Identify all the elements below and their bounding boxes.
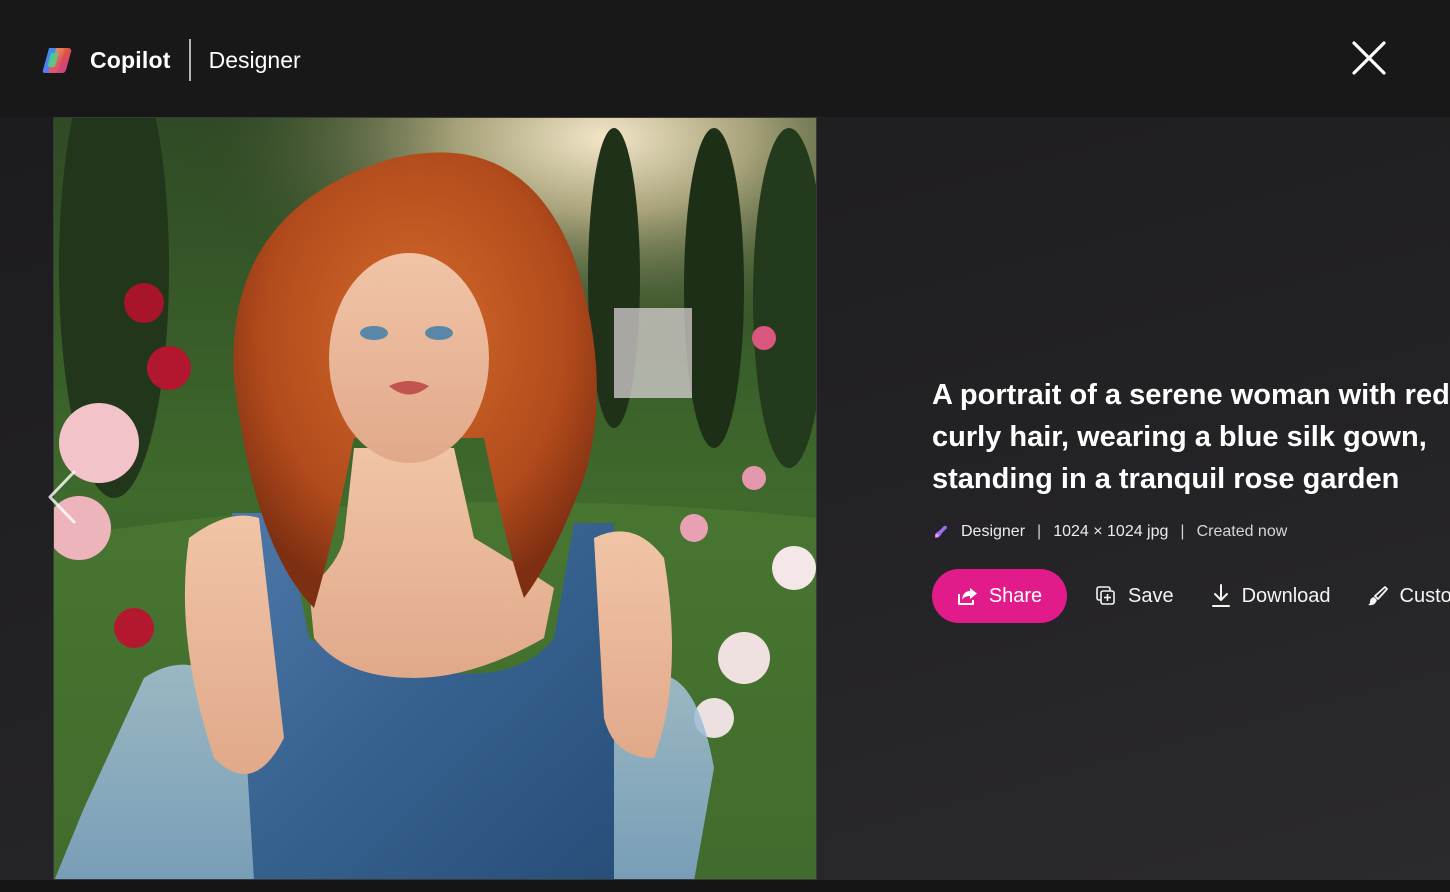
- copilot-logo-icon: [42, 48, 72, 73]
- save-button[interactable]: Save: [1094, 584, 1174, 608]
- generated-image[interactable]: [53, 117, 817, 880]
- download-icon: [1211, 584, 1230, 607]
- portrait-image: [54, 118, 816, 879]
- image-prompt-title: A portrait of a serene woman with red cu…: [932, 379, 1450, 495]
- customize-button[interactable]: Custo: [1366, 584, 1450, 608]
- source-label: Designer: [961, 523, 1026, 540]
- save-to-collection-icon: [1096, 586, 1115, 605]
- metadata-separator: |: [1180, 523, 1185, 540]
- paintbrush-icon: [1367, 586, 1388, 606]
- app-name: Copilot: [90, 46, 171, 73]
- customize-label: Custo: [1399, 584, 1450, 607]
- download-label: Download: [1241, 584, 1331, 607]
- action-bar: Share Save Download Custo: [932, 569, 1450, 623]
- metadata-separator: |: [1037, 523, 1042, 540]
- bottom-strip: [0, 880, 1450, 892]
- image-dimensions: 1024 × 1024 jpg: [1053, 523, 1169, 540]
- share-icon: [957, 588, 977, 605]
- image-details: A portrait of a serene woman with red cu…: [932, 374, 1450, 500]
- image-metadata: Designer | 1024 × 1024 jpg | Created now: [932, 521, 1287, 543]
- section-name: Designer: [208, 46, 301, 73]
- designer-icon: [934, 525, 947, 538]
- share-button[interactable]: Share: [932, 569, 1067, 623]
- brand-divider: [188, 39, 191, 81]
- share-label: Share: [988, 584, 1043, 607]
- close-icon[interactable]: [1348, 37, 1390, 79]
- save-label: Save: [1128, 584, 1174, 607]
- brand: Copilot Designer: [41, 39, 301, 81]
- created-time: Created now: [1196, 523, 1288, 540]
- download-button[interactable]: Download: [1210, 583, 1331, 609]
- previous-image-chevron-left-icon[interactable]: [44, 468, 84, 526]
- top-bar: Copilot Designer: [0, 0, 1450, 117]
